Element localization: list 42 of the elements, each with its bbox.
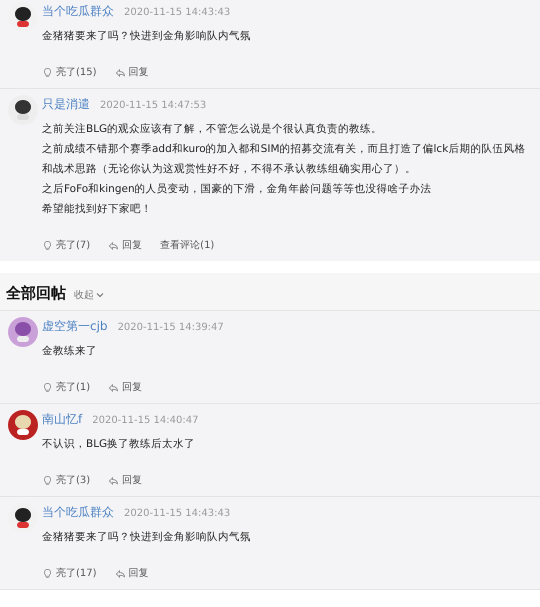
- like-button[interactable]: 亮了(3): [42, 473, 90, 487]
- post-time: 2020-11-15 14:39:47: [118, 322, 224, 333]
- section-title: 全部回帖: [6, 284, 66, 303]
- chevron-down-icon: [96, 292, 104, 298]
- lightbulb-icon: [42, 66, 53, 78]
- lightbulb-icon: [42, 382, 53, 392]
- reply-arrow-icon: [114, 568, 126, 578]
- like-button[interactable]: 亮了(17): [42, 566, 97, 580]
- reply-button[interactable]: 回复: [114, 65, 149, 79]
- reply-button[interactable]: 回复: [108, 380, 142, 394]
- reply-button[interactable]: 回复: [108, 238, 142, 252]
- comment-text: 之后FoFo和kingen的人员变动，国豪的下滑，金角年龄问题等等也没得啥子办法: [42, 182, 433, 197]
- comment-text: 希望能找到好下家吧！: [42, 202, 153, 217]
- collapse-toggle[interactable]: 收起: [74, 288, 104, 302]
- post-time: 2020-11-15 14:43:43: [124, 508, 230, 519]
- lightbulb-icon: [42, 474, 53, 486]
- reply-button[interactable]: 回复: [108, 473, 142, 487]
- reply-arrow-icon: [108, 474, 120, 486]
- author-name[interactable]: 当个吃瓜群众: [42, 3, 114, 20]
- post-time: 2020-11-15 14:43:43: [124, 7, 230, 18]
- like-button[interactable]: 亮了(1): [42, 380, 90, 394]
- reply-button[interactable]: 回复: [114, 566, 149, 580]
- author-name[interactable]: 只是消遣: [42, 96, 90, 113]
- comment-text: 之前关注BLG的观众应该有了解，不管怎么说是个很认真负责的教练。: [42, 122, 384, 137]
- lightbulb-icon: [42, 240, 53, 250]
- author-name[interactable]: 虚空第一cjb: [42, 318, 108, 335]
- author-name[interactable]: 南山忆f: [42, 411, 82, 428]
- comment-text: 金猪猪要来了吗？快进到金角影响队内气氛: [42, 530, 252, 545]
- post-time: 2020-11-15 14:40:47: [92, 415, 198, 426]
- like-button[interactable]: 亮了(7): [42, 238, 90, 252]
- post-time: 2020-11-15 14:47:53: [100, 100, 206, 111]
- reply-arrow-icon: [114, 66, 126, 78]
- author-name[interactable]: 当个吃瓜群众: [42, 504, 114, 521]
- reply-arrow-icon: [108, 382, 120, 392]
- view-comments-link[interactable]: 查看评论(1): [160, 238, 214, 252]
- like-button[interactable]: 亮了(15): [42, 65, 97, 79]
- comment-text: 金猪猪要来了吗？快进到金角影响队内气氛: [42, 29, 252, 44]
- reply-arrow-icon: [108, 240, 120, 250]
- comment-text: 金教练来了: [42, 344, 98, 359]
- comment-text: 之前成绩不错那个赛季add和kuro的加入都和SIM的招募交流有关，而且打造了偏lck后期的队伍风格和战术思路（无论你认为这观赏性好不好，不得不承认教练组确实用心了）。: [42, 142, 526, 177]
- lightbulb-icon: [42, 568, 53, 578]
- comment-text: 不认识，BLG换了教练后太水了: [42, 437, 196, 452]
